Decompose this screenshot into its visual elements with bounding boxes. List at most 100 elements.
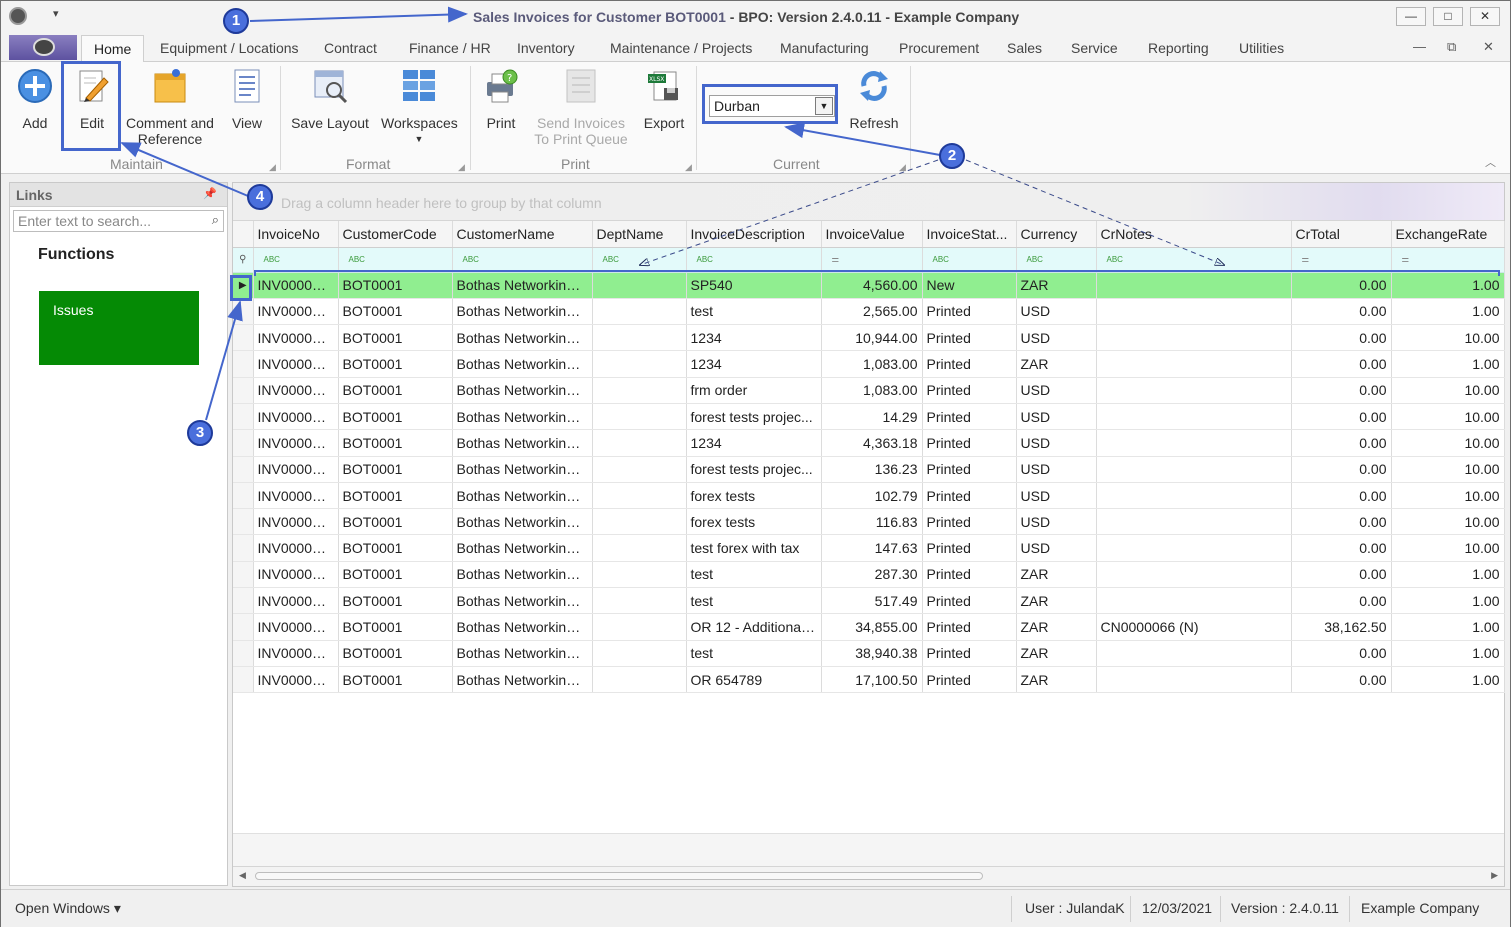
application-menu-button[interactable] — [9, 35, 77, 60]
cell-invoiceno[interactable]: INV0000056 — [253, 613, 339, 641]
tab-reporting[interactable]: Reporting — [1148, 40, 1209, 56]
cell-customercode[interactable]: BOT0001 — [338, 534, 453, 562]
cell-exchangerate[interactable]: 10.00 — [1391, 403, 1505, 431]
cell-invoiceno[interactable]: INV0000366 — [253, 298, 339, 326]
table-row[interactable]: INV0000188 BOT0001 Bothas Networking i... t… — [233, 561, 1505, 589]
cell-invoiceno[interactable]: INV0000274 — [253, 508, 339, 536]
cell-crnotes[interactable] — [1096, 640, 1292, 667]
cell-deptname[interactable] — [592, 324, 687, 352]
cell-customercode[interactable]: BOT0001 — [338, 377, 453, 404]
cell-currency[interactable]: USD — [1016, 508, 1097, 536]
cell-exchangerate[interactable]: 1.00 — [1391, 666, 1505, 694]
tab-home[interactable]: Home — [81, 35, 145, 63]
cell-crtotal[interactable]: 0.00 — [1291, 587, 1392, 615]
open-windows-button[interactable]: Open Windows ▾ — [15, 900, 121, 917]
cell-exchangerate[interactable]: 1.00 — [1391, 587, 1505, 615]
cell-crtotal[interactable]: 0.00 — [1291, 403, 1392, 431]
cell-deptname[interactable] — [592, 508, 687, 536]
print-button[interactable]: ? Print — [481, 68, 521, 131]
cell-customercode[interactable]: BOT0001 — [338, 403, 453, 431]
tab-utilities[interactable]: Utilities — [1239, 40, 1284, 56]
cell-invoicestat[interactable]: Printed — [922, 456, 1017, 483]
cell-invoiceno[interactable]: INV0000280 — [253, 403, 339, 431]
cell-customercode[interactable]: BOT0001 — [338, 508, 453, 536]
cell-currency[interactable]: USD — [1016, 534, 1097, 562]
save-layout-button[interactable]: Save Layout — [289, 68, 371, 131]
refresh-button[interactable]: Refresh — [847, 68, 901, 131]
row-indicator[interactable] — [233, 482, 254, 510]
cell-invoicevalue[interactable]: 34,855.00 — [821, 613, 923, 641]
cell-crtotal[interactable]: 0.00 — [1291, 377, 1392, 404]
column-header-invoiceno[interactable]: InvoiceNo — [253, 221, 339, 248]
cell-crnotes[interactable] — [1096, 403, 1292, 431]
cell-invoiceno[interactable]: INV0000276 — [253, 456, 339, 483]
cell-invoiceno[interactable]: INV0000275 — [253, 482, 339, 510]
cell-crtotal[interactable]: 0.00 — [1291, 350, 1392, 378]
minimize-button[interactable]: — — [1396, 7, 1426, 26]
cell-invoicevalue[interactable]: 38,940.38 — [821, 640, 923, 667]
cell-invoicedescription[interactable]: forest tests projec... — [686, 456, 822, 483]
scroll-left-icon[interactable]: ◀ — [239, 870, 246, 881]
cell-invoicestat[interactable]: Printed — [922, 640, 1017, 667]
cell-crnotes[interactable] — [1096, 561, 1292, 589]
cell-invoicestat[interactable]: Printed — [922, 587, 1017, 615]
cell-customername[interactable]: Bothas Networking i... — [452, 429, 593, 457]
cell-customercode[interactable]: BOT0001 — [338, 587, 453, 615]
cell-crtotal[interactable]: 0.00 — [1291, 640, 1392, 667]
cell-exchangerate[interactable]: 10.00 — [1391, 456, 1505, 483]
cell-customername[interactable]: Bothas Networking i... — [452, 350, 593, 378]
mdi-close-icon[interactable]: ✕ — [1483, 39, 1494, 55]
links-search-input[interactable]: Enter text to search... ⌕ — [13, 210, 224, 232]
cell-crnotes[interactable] — [1096, 587, 1292, 615]
cell-invoicevalue[interactable]: 147.63 — [821, 534, 923, 562]
cell-invoicestat[interactable]: Printed — [922, 561, 1017, 589]
cell-deptname[interactable] — [592, 482, 687, 510]
cell-currency[interactable]: ZAR — [1016, 640, 1097, 667]
cell-deptname[interactable] — [592, 429, 687, 457]
cell-customername[interactable]: Bothas Networking i... — [452, 298, 593, 326]
cell-exchangerate[interactable]: 1.00 — [1391, 561, 1505, 589]
cell-invoicedescription[interactable]: OR 12 - Additional ... — [686, 613, 822, 641]
cell-deptname[interactable] — [592, 377, 687, 404]
cell-invoicevalue[interactable]: 4,363.18 — [821, 429, 923, 457]
cell-customername[interactable]: Bothas Networking i... — [452, 587, 593, 615]
workspaces-button[interactable]: Workspaces ▼ — [381, 68, 458, 147]
table-row[interactable]: INV0000276 BOT0001 Bothas Networking i... f… — [233, 456, 1505, 483]
cell-crtotal[interactable]: 0.00 — [1291, 666, 1392, 694]
cell-currency[interactable]: ZAR — [1016, 666, 1097, 694]
cell-deptname[interactable] — [592, 640, 687, 667]
cell-currency[interactable]: ZAR — [1016, 613, 1097, 641]
cell-crtotal[interactable]: 0.00 — [1291, 429, 1392, 457]
cell-exchangerate[interactable]: 10.00 — [1391, 429, 1505, 457]
tab-manufacturing[interactable]: Manufacturing — [780, 40, 869, 56]
cell-deptname[interactable] — [592, 403, 687, 431]
search-icon[interactable]: ⌕ — [212, 212, 219, 228]
maintain-dialog-launcher-icon[interactable]: ◢ — [269, 162, 276, 173]
filter-equals-icon[interactable]: = — [1391, 247, 1505, 273]
cell-customercode[interactable]: BOT0001 — [338, 350, 453, 378]
cell-invoicestat[interactable]: Printed — [922, 613, 1017, 641]
filter-text-icon[interactable]: ABC — [592, 247, 687, 273]
tab-inventory[interactable]: Inventory — [517, 40, 575, 56]
column-header-crnotes[interactable]: CrNotes — [1096, 221, 1292, 248]
column-header-exchangerate[interactable]: ExchangeRate — [1391, 221, 1505, 248]
cell-invoicestat[interactable]: Printed — [922, 482, 1017, 510]
tab-finance-hr[interactable]: Finance / HR — [409, 40, 491, 56]
cell-customername[interactable]: Bothas Networking i... — [452, 482, 593, 510]
cell-invoiceno[interactable]: INV0000295 — [253, 377, 339, 404]
cell-customername[interactable]: Bothas Networking i... — [452, 534, 593, 562]
table-row[interactable]: INV0000279 BOT0001 Bothas Networking i... 1… — [233, 429, 1505, 457]
cell-invoicevalue[interactable]: 287.30 — [821, 561, 923, 589]
cell-invoicestat[interactable]: Printed — [922, 666, 1017, 694]
cell-customercode[interactable]: BOT0001 — [338, 482, 453, 510]
filter-text-icon[interactable]: ABC — [338, 247, 453, 273]
filter-equals-icon[interactable]: = — [1291, 247, 1392, 273]
table-row[interactable]: INV0000109 BOT0001 Bothas Networking i... t… — [233, 587, 1505, 615]
mdi-minimize-icon[interactable]: — — [1413, 39, 1426, 54]
row-indicator[interactable] — [233, 456, 254, 483]
cell-exchangerate[interactable]: 1.00 — [1391, 298, 1505, 326]
cell-invoicedescription[interactable]: test — [686, 561, 822, 589]
cell-customercode[interactable]: BOT0001 — [338, 613, 453, 641]
cell-invoicevalue[interactable]: 116.83 — [821, 508, 923, 536]
cell-customercode[interactable]: BOT0001 — [338, 324, 453, 352]
